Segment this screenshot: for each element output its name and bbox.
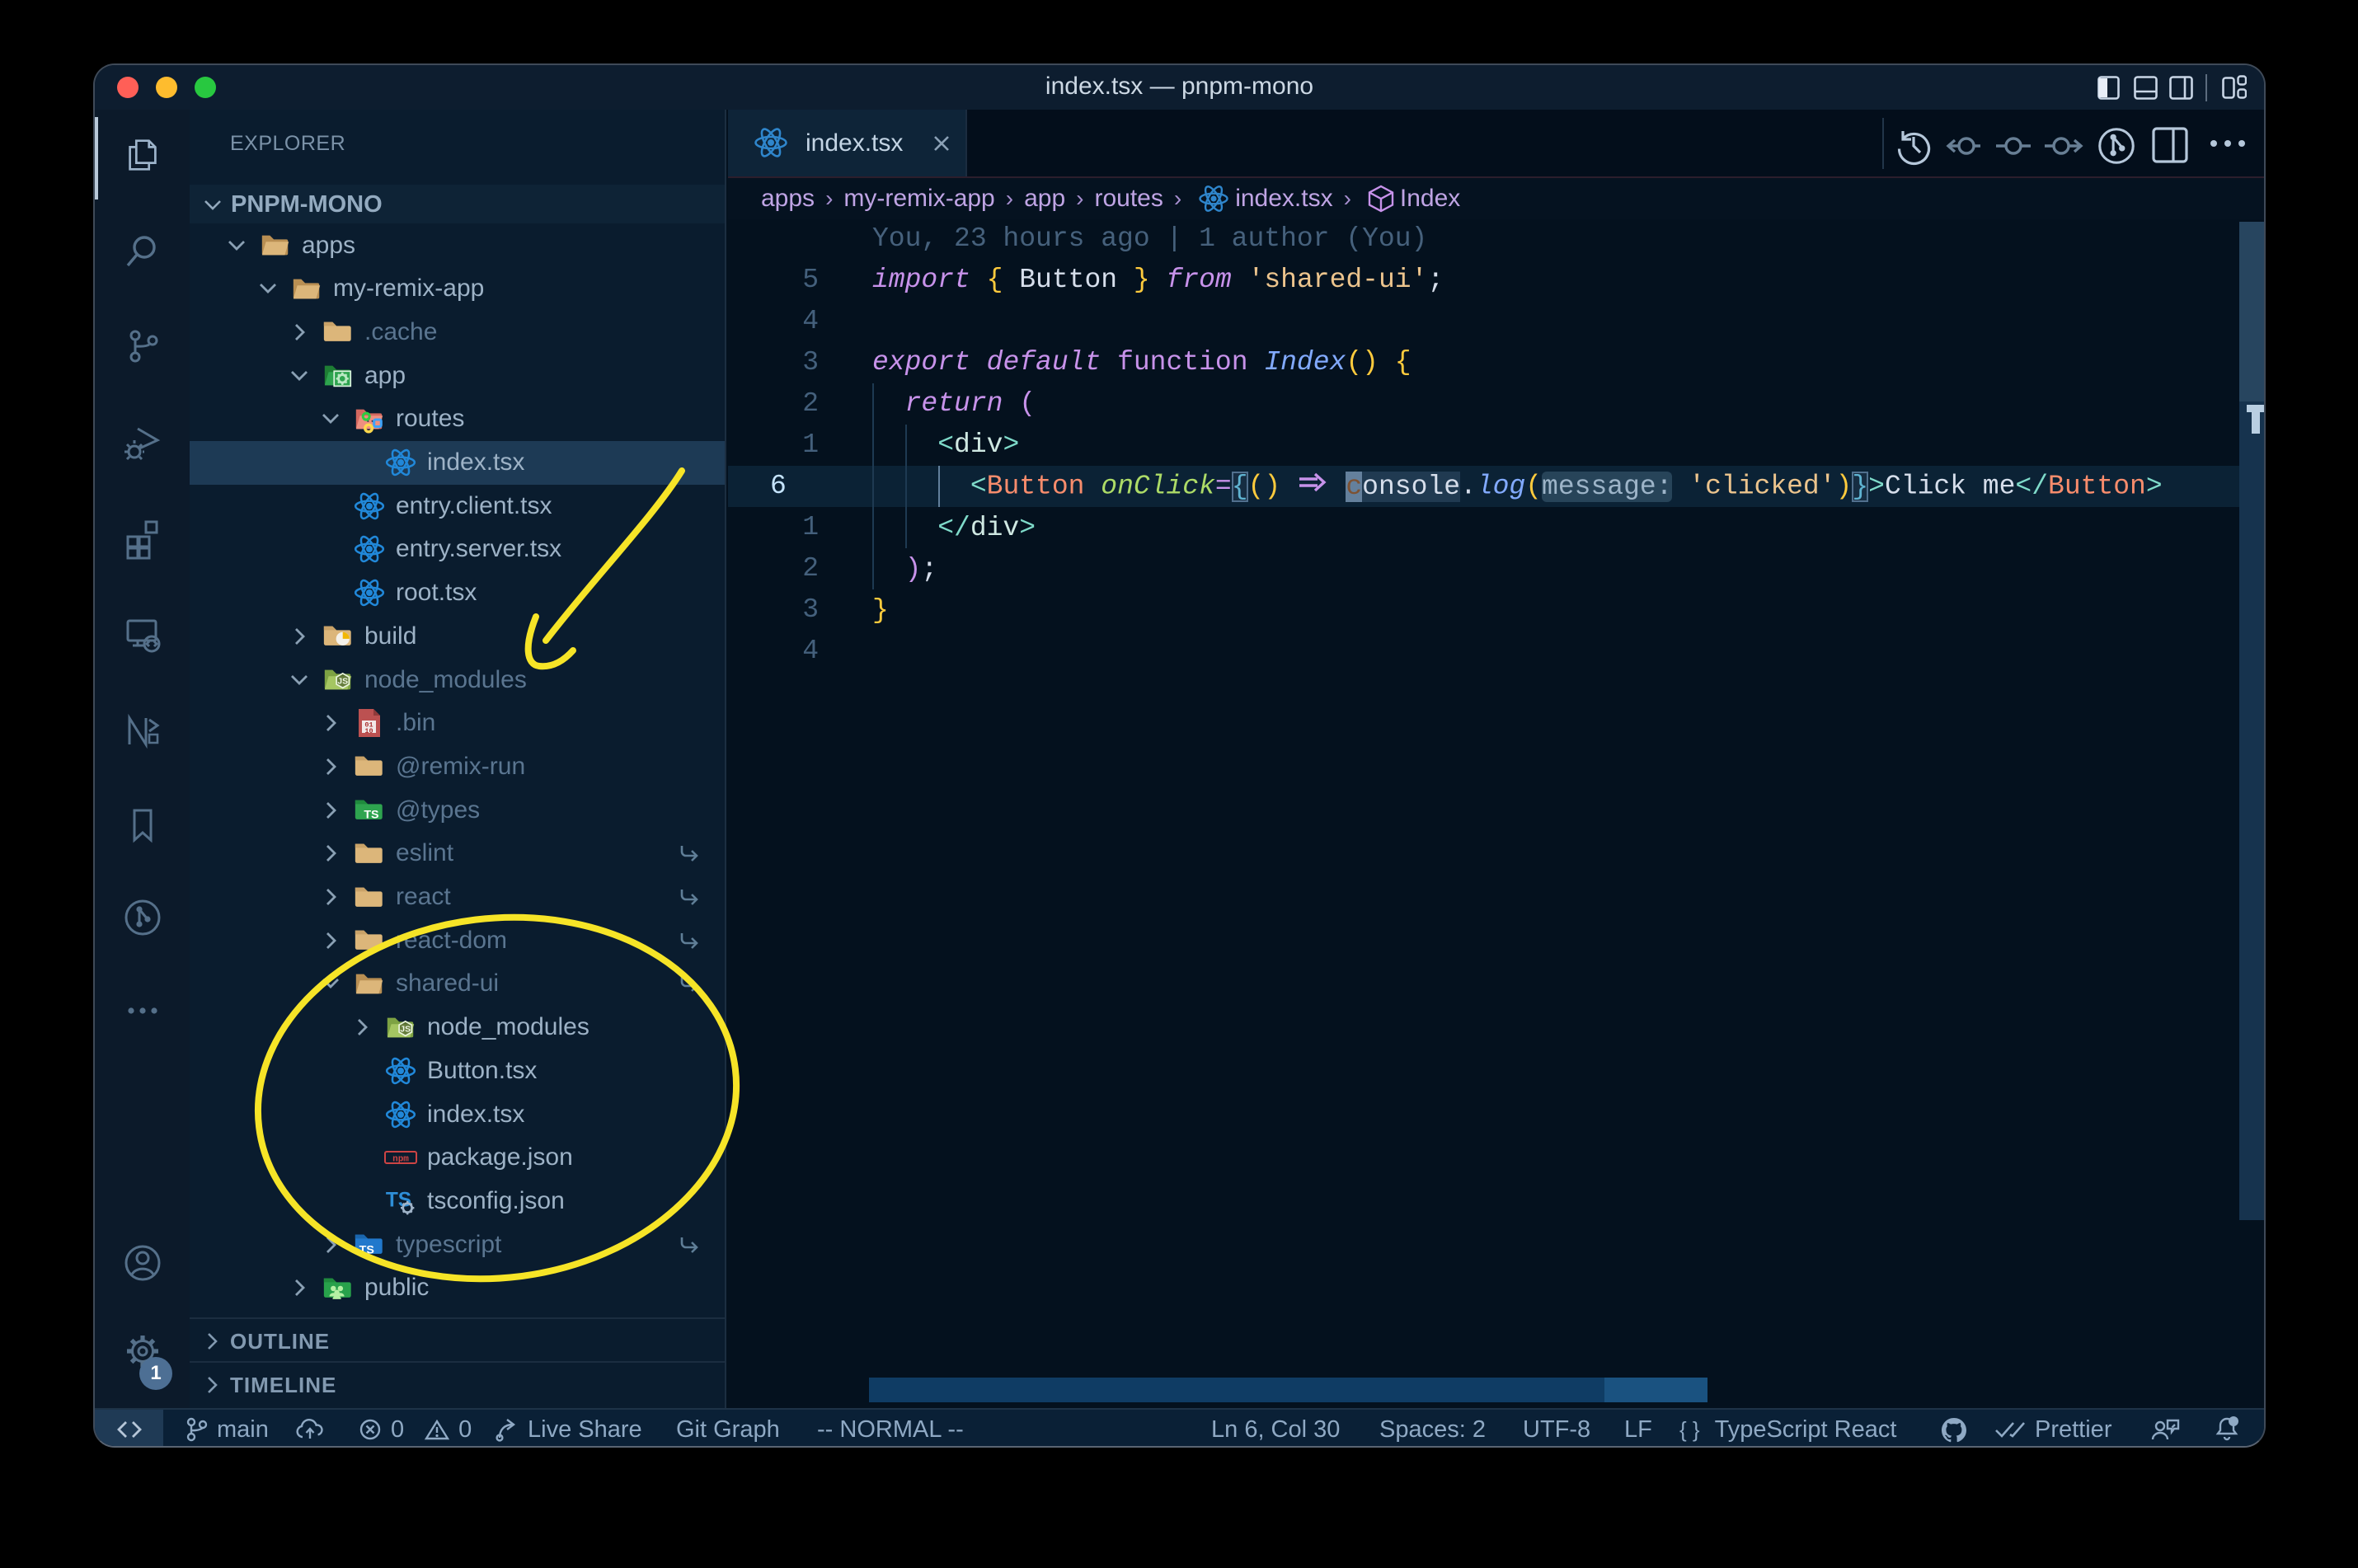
svg-text:JS: JS — [400, 1025, 411, 1034]
svg-text:TS: TS — [364, 809, 378, 822]
svg-text:10: 10 — [364, 727, 373, 735]
svg-text:TS: TS — [359, 1244, 374, 1257]
svg-text:JS: JS — [337, 678, 348, 687]
svg-text:TS: TS — [386, 1189, 411, 1211]
svg-text:npm: npm — [392, 1154, 409, 1164]
